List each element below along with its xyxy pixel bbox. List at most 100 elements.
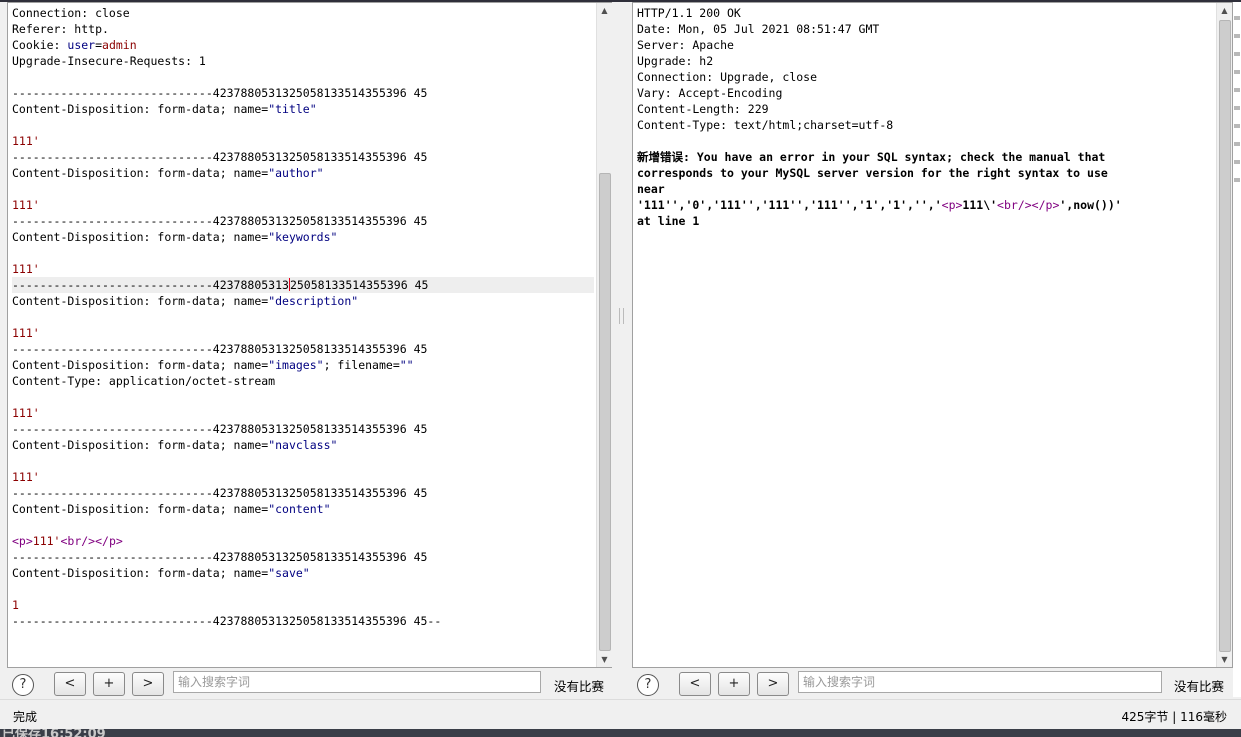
taskbar: 已保存16:52:09 [0, 729, 1241, 737]
text-line[interactable]: Content-Disposition: form-data; name="na… [12, 437, 594, 453]
text-line[interactable]: -----------------------------42378805313… [12, 549, 594, 565]
text-line[interactable]: Content-Disposition: form-data; name="au… [12, 165, 594, 181]
text-line[interactable]: 111' [12, 405, 594, 421]
text-segment: Content-Disposition: form-data; name= [12, 566, 269, 580]
text-segment: 111\' [962, 198, 998, 212]
text-line[interactable]: 111' [12, 261, 594, 277]
next-button[interactable]: > [132, 672, 164, 696]
text-line[interactable]: Content-Type: text/html;charset=utf-8 [637, 117, 1214, 133]
request-search-bar: ? < + > 输入搜索字词 没有比赛 [0, 668, 612, 698]
help-icon[interactable]: ? [12, 674, 34, 696]
text-line[interactable]: -----------------------------42378805313… [12, 85, 594, 101]
add-button[interactable]: + [718, 672, 750, 696]
text-line[interactable] [12, 389, 594, 405]
text-segment: "save" [268, 566, 310, 580]
text-segment: "author" [268, 166, 324, 180]
response-text[interactable]: HTTP/1.1 200 OK Date: Mon, 05 Jul 2021 08… [637, 5, 1214, 229]
text-line[interactable]: Content-Type: application/octet-stream [12, 373, 594, 389]
text-line[interactable]: Vary: Accept-Encoding [637, 85, 1214, 101]
text-line[interactable]: Content-Length: 229 [637, 101, 1214, 117]
text-segment: admin [102, 38, 137, 52]
text-line[interactable]: Upgrade: h2 [637, 53, 1214, 69]
text-segment: 25058133514355396 45 [289, 278, 429, 292]
text-line[interactable]: Content-Disposition: form-data; name="de… [12, 293, 594, 309]
text-line[interactable]: -----------------------------42378805313… [12, 213, 594, 229]
text-segment: <br/> [60, 534, 96, 548]
text-line[interactable]: 111' [12, 469, 594, 485]
scroll-thumb[interactable] [1219, 20, 1231, 652]
text-line[interactable] [637, 133, 1214, 149]
text-segment: -----------------------------42378805313… [12, 150, 428, 164]
scroll-up-icon[interactable]: ▲ [597, 3, 612, 18]
text-line[interactable]: -----------------------------42378805313… [12, 613, 594, 629]
text-line[interactable] [12, 309, 594, 325]
text-line[interactable]: -----------------------------42378805313… [12, 149, 594, 165]
text-line[interactable] [12, 181, 594, 197]
previous-button[interactable]: < [54, 672, 86, 696]
text-line[interactable]: Content-Disposition: form-data; name="co… [12, 501, 594, 517]
text-segment: Referer: http. [12, 22, 109, 36]
text-line[interactable]: '111'','0','111'','111'','111'','1','1',… [637, 197, 1214, 213]
text-line[interactable] [12, 581, 594, 597]
text-line[interactable]: 1 [12, 597, 594, 613]
text-line[interactable] [12, 69, 594, 85]
response-editor[interactable]: HTTP/1.1 200 OK Date: Mon, 05 Jul 2021 08… [632, 2, 1233, 668]
previous-button[interactable]: < [679, 672, 711, 696]
add-button[interactable]: + [93, 672, 125, 696]
text-line[interactable] [12, 245, 594, 261]
scroll-up-icon[interactable]: ▲ [1217, 3, 1232, 18]
text-line[interactable]: -----------------------------42378805313… [12, 485, 594, 501]
text-line[interactable]: Content-Disposition: form-data; name="im… [12, 357, 594, 373]
request-text[interactable]: Connection: close Referer: http. Cookie: u… [12, 5, 594, 629]
text-line[interactable]: near [637, 181, 1214, 197]
text-segment: </p> [95, 534, 123, 548]
text-line[interactable]: Connection: Upgrade, close [637, 69, 1214, 85]
text-line[interactable]: 111' [12, 325, 594, 341]
text-line[interactable]: corresponds to your MySQL server version… [637, 165, 1214, 181]
text-line[interactable]: Content-Disposition: form-data; name="ti… [12, 101, 594, 117]
text-segment: -----------------------------42378805313… [12, 614, 442, 628]
text-segment: "keywords" [268, 230, 338, 244]
pane-splitter[interactable] [612, 2, 630, 697]
search-input[interactable]: 输入搜索字词 [798, 671, 1162, 693]
text-line[interactable]: -----------------------------42378805313… [12, 341, 594, 357]
text-line[interactable]: at line 1 [637, 213, 1214, 229]
text-segment: Content-Disposition: form-data; name= [12, 502, 269, 516]
text-line[interactable] [12, 517, 594, 533]
response-scrollbar[interactable]: ▲ ▼ [1216, 3, 1232, 667]
text-segment: Content-Disposition: form-data; name= [12, 438, 269, 452]
text-segment: at line 1 [637, 214, 700, 228]
text-line[interactable]: <p>111'<br/></p> [12, 533, 594, 549]
scroll-thumb[interactable] [599, 173, 611, 651]
scroll-down-icon[interactable]: ▼ [597, 652, 612, 667]
search-input[interactable]: 输入搜索字词 [173, 671, 541, 693]
help-icon[interactable]: ? [637, 674, 659, 696]
text-line[interactable]: Content-Disposition: form-data; name="ke… [12, 229, 594, 245]
request-editor[interactable]: Connection: close Referer: http. Cookie: u… [7, 2, 613, 668]
text-segment: Server: Apache [637, 38, 734, 52]
text-line[interactable]: 新增错误: You have an error in your SQL synt… [637, 149, 1214, 165]
text-segment: 111' [12, 470, 40, 484]
text-line[interactable]: -----------------------------42378805313… [12, 277, 594, 293]
text-segment: 111' [12, 134, 40, 148]
text-line[interactable]: -----------------------------42378805313… [12, 421, 594, 437]
text-line[interactable]: Referer: http. [12, 21, 594, 37]
text-line[interactable]: 111' [12, 133, 594, 149]
text-line[interactable]: 111' [12, 197, 594, 213]
text-line[interactable] [12, 453, 594, 469]
text-line[interactable]: Upgrade-Insecure-Requests: 1 [12, 53, 594, 69]
text-line[interactable]: Cookie: user=admin [12, 37, 594, 53]
text-line[interactable] [12, 117, 594, 133]
text-line[interactable]: Date: Mon, 05 Jul 2021 08:51:47 GMT [637, 21, 1214, 37]
request-scrollbar[interactable]: ▲ ▼ [596, 3, 612, 667]
splitter-grip-icon[interactable] [619, 308, 624, 324]
scroll-down-icon[interactable]: ▼ [1217, 652, 1232, 667]
text-line[interactable]: HTTP/1.1 200 OK [637, 5, 1214, 21]
text-segment: -----------------------------42378805313 [12, 278, 289, 292]
next-button[interactable]: > [757, 672, 789, 696]
text-line[interactable]: Connection: close [12, 5, 594, 21]
text-segment: 111' [12, 326, 40, 340]
text-line[interactable]: Server: Apache [637, 37, 1214, 53]
text-line[interactable]: Content-Disposition: form-data; name="sa… [12, 565, 594, 581]
text-segment: -----------------------------42378805313… [12, 342, 428, 356]
